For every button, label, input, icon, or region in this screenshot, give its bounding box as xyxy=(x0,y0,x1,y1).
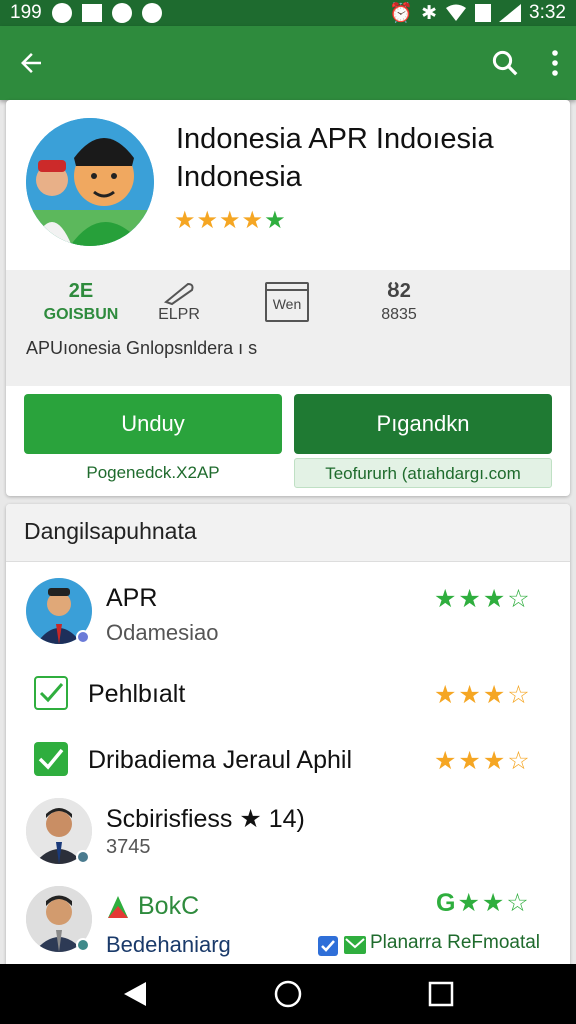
info-item-1: 2E GOISBUN xyxy=(26,280,136,324)
app-details-card: Indonesia APR Indoıesia Indonesia ★★★★★ … xyxy=(6,100,570,496)
reviews-card: Dangilsapuhnata APR Odamesiao ★★★☆ Pehlb… xyxy=(6,504,570,974)
download-button[interactable]: Unduy xyxy=(24,394,282,454)
row-rating: G★★☆ xyxy=(436,888,531,918)
arrow-left-icon[interactable] xyxy=(16,48,46,78)
navigation-bar xyxy=(0,964,576,1024)
info-item-4: ȣ2 8835 xyxy=(344,280,454,324)
section-header: Dangilsapuhnata xyxy=(6,504,570,562)
row-subtitle: Odamesiao xyxy=(106,620,219,645)
list-item[interactable]: BokC Bedehaniarg G★★☆ Planarra ReFmoatal xyxy=(6,880,570,974)
app-notification-icon-2 xyxy=(141,3,162,23)
rating-prefix: G xyxy=(436,889,458,917)
info-item-1-value: 2E xyxy=(68,280,94,302)
star-icon: ★ xyxy=(219,207,242,234)
app-info-strip: 2E GOISBUN ELPR Wen ȣ2 8835 APUıonesia G… xyxy=(6,270,570,386)
list-item[interactable]: APR Odamesiao ★★★☆ xyxy=(6,566,570,648)
window-icon: Wen xyxy=(265,282,309,322)
section-title: Dangilsapuhnata xyxy=(24,518,197,544)
row-subtitle: 3745 xyxy=(106,836,151,858)
more-vert-icon[interactable] xyxy=(550,49,560,77)
info-item-4-label: 8835 xyxy=(381,306,417,323)
sim-icon xyxy=(475,4,492,22)
list-item[interactable]: Pehlbıalt ★★★☆ xyxy=(6,666,570,726)
row-rating: ★★★☆ xyxy=(434,585,532,613)
recents-nav-icon[interactable] xyxy=(428,981,454,1007)
app-rating: ★★★★★ xyxy=(174,206,287,235)
secondary-action-button[interactable]: Pıgandkn xyxy=(294,394,552,454)
status-bar: 199 ⏰ ✱ 3:32 xyxy=(0,0,576,26)
badge-icon xyxy=(76,850,90,864)
app-icon xyxy=(26,118,154,246)
star-icon: ★ xyxy=(196,207,220,234)
info-item-1-label: GOISBUN xyxy=(43,306,119,323)
row-title: APR xyxy=(106,584,158,612)
info-item-3: Wen xyxy=(232,282,342,322)
alarm-icon: ⏰ xyxy=(389,3,414,24)
logo-icon xyxy=(108,896,128,918)
checkbox-icon[interactable] xyxy=(318,936,338,956)
row-subtitle: Bedehaniarg xyxy=(106,932,231,957)
row-title: Pehlbıalt xyxy=(88,680,186,708)
checkbox-icon[interactable] xyxy=(34,676,68,710)
info-item-4-value: ȣ2 xyxy=(387,280,411,302)
verified-badge-icon xyxy=(76,630,90,644)
list-item[interactable]: Dribadiema Jeraul Aphil ★★★☆ xyxy=(6,730,570,790)
wifi-icon xyxy=(446,4,467,21)
bluetooth-icon: ✱ xyxy=(421,2,438,24)
rating-stars: ★★☆ xyxy=(457,889,531,917)
download-subtext[interactable]: Pogenedck.X2AP xyxy=(24,458,282,488)
row-title: Dribadiema Jeraul Aphil xyxy=(88,746,353,774)
info-item-2: ELPR xyxy=(124,280,234,324)
back-nav-icon[interactable] xyxy=(122,980,148,1008)
app-notification-icon xyxy=(111,3,132,23)
clock-text: 3:32 xyxy=(529,2,566,23)
row-right-label: Planarra ReFmoatal xyxy=(370,932,541,953)
info-subline: APUıonesia Gnlopsnldera ı s xyxy=(26,338,258,358)
row-rating: ★★★☆ xyxy=(434,681,532,709)
mail-icon xyxy=(81,4,102,22)
website-link[interactable]: Teofururh (atıahdargı.com xyxy=(294,458,552,488)
star-icon: ★ xyxy=(241,207,265,234)
pen-icon xyxy=(124,280,234,306)
row-rating: ★★★☆ xyxy=(434,747,532,775)
app-title: Indonesia APR Indoıesia Indonesia xyxy=(176,123,494,193)
notification-icon xyxy=(51,3,72,23)
home-nav-icon[interactable] xyxy=(273,979,303,1009)
row-title: Scbirisfiess ★ 14) xyxy=(106,805,305,833)
badge-icon xyxy=(76,938,90,952)
search-icon[interactable] xyxy=(490,48,520,78)
info-item-2-label: ELPR xyxy=(158,306,200,323)
list-item[interactable]: Scbirisfiess ★ 14) 3745 xyxy=(6,794,570,874)
signal-icon xyxy=(499,4,522,22)
info-item-3-label: Wen xyxy=(272,296,302,312)
star-icon: ★ xyxy=(174,207,197,234)
row-title: BokC xyxy=(138,892,200,920)
app-toolbar xyxy=(0,26,576,100)
checkbox-icon[interactable] xyxy=(34,742,68,776)
status-time: 199 xyxy=(10,2,42,23)
mail-icon xyxy=(344,936,366,954)
star-icon: ★ xyxy=(264,207,287,234)
